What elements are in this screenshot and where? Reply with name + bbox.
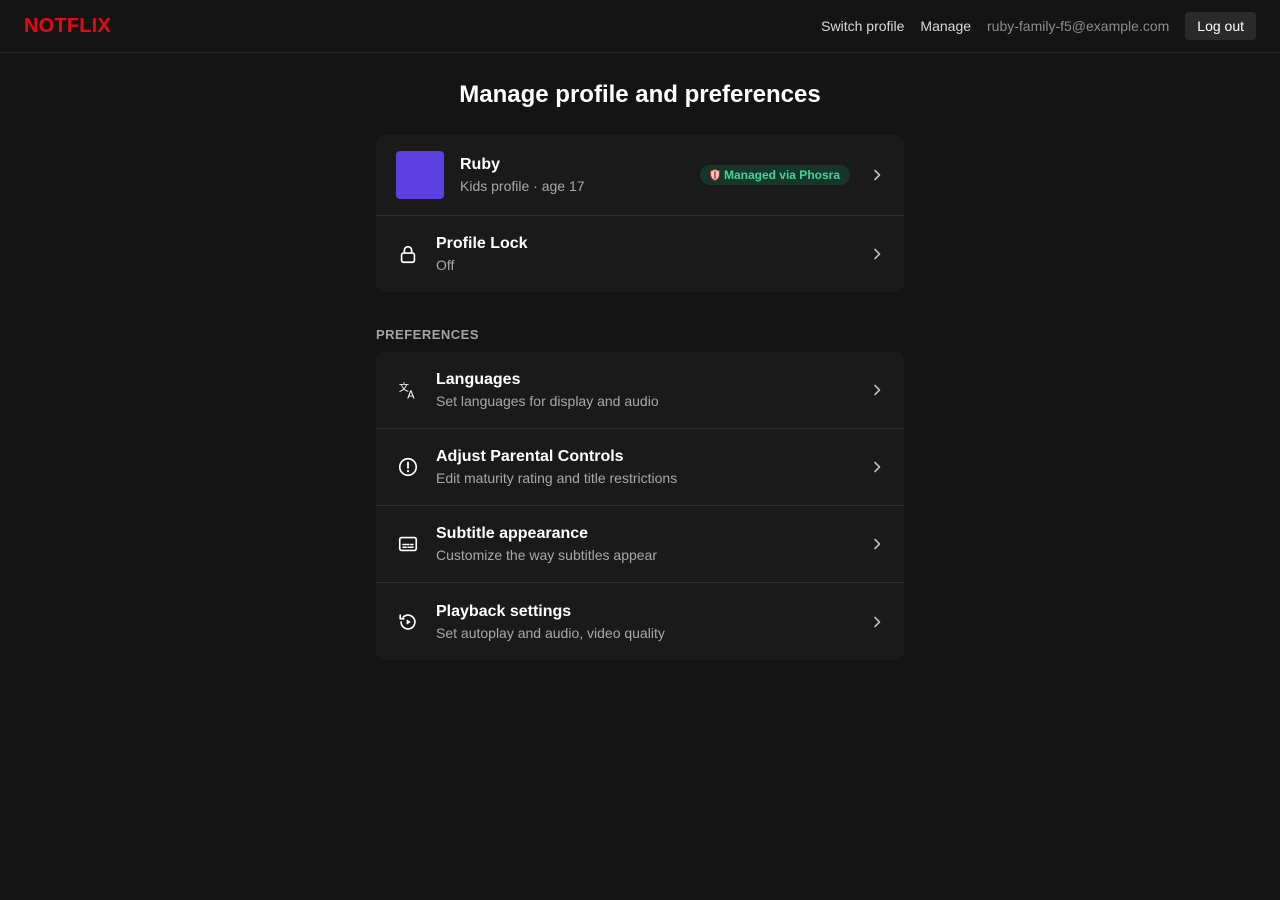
chevron-right-icon	[870, 168, 884, 182]
subtitles-icon	[396, 532, 420, 556]
chevron-right-icon	[870, 460, 884, 474]
manage-link[interactable]: Manage	[920, 18, 971, 34]
profile-card: Ruby Kids profile · age 17 Managed via P…	[376, 135, 904, 292]
parental-controls-info: Adjust Parental Controls Edit maturity r…	[436, 447, 870, 487]
playback-settings-title: Playback settings	[436, 602, 572, 620]
chevron-right-icon	[870, 537, 884, 551]
translate-icon: 文A	[396, 378, 420, 402]
brand-logo[interactable]: NOTFLIX	[24, 15, 111, 38]
chevron-right-icon	[870, 615, 884, 629]
shield-icon	[710, 169, 720, 181]
parental-controls-title: Adjust Parental Controls	[436, 448, 624, 465]
profile-name: Ruby	[460, 156, 500, 173]
account-email: ruby-family-f5@example.com	[987, 18, 1170, 34]
managed-badge-label: Managed via Phosra	[723, 168, 840, 182]
chevron-right-icon	[870, 383, 884, 397]
subtitle-appearance-subtitle: Customize the way subtitles appear	[436, 547, 657, 563]
lock-icon	[396, 242, 420, 266]
subtitle-appearance-title: Subtitle appearance	[436, 525, 589, 542]
languages-title: Languages	[436, 371, 521, 388]
logout-button[interactable]: Log out	[1185, 12, 1256, 40]
profile-lock-info: Profile Lock Off	[436, 234, 870, 274]
main-content: Manage profile and preferences Ruby Kids…	[376, 80, 904, 660]
alert-circle-icon	[396, 455, 420, 479]
languages-info: Languages Set languages for display and …	[436, 370, 870, 410]
parental-controls-row[interactable]: Adjust Parental Controls Edit maturity r…	[376, 429, 904, 506]
playback-settings-row[interactable]: Playback settings Set autoplay and audio…	[376, 583, 904, 660]
profile-lock-title: Profile Lock	[436, 235, 528, 252]
preferences-section-label: PREFERENCES	[376, 327, 480, 342]
languages-row[interactable]: 文A Languages Set languages for display a…	[376, 352, 904, 429]
subtitle-appearance-info: Subtitle appearance Customize the way su…	[436, 524, 870, 564]
profile-info: Ruby Kids profile · age 17	[460, 155, 700, 195]
languages-subtitle: Set languages for display and audio	[436, 393, 659, 409]
chevron-right-icon	[870, 247, 884, 261]
playback-icon	[396, 610, 420, 634]
profile-row[interactable]: Ruby Kids profile · age 17 Managed via P…	[376, 135, 904, 216]
subtitle-appearance-row[interactable]: Subtitle appearance Customize the way su…	[376, 506, 904, 583]
profile-lock-row[interactable]: Profile Lock Off	[376, 216, 904, 292]
profile-subtitle: Kids profile · age 17	[460, 178, 585, 194]
preferences-card: 文A Languages Set languages for display a…	[376, 352, 904, 660]
avatar	[396, 151, 444, 199]
top-bar: NOTFLIX Switch profile Manage ruby-famil…	[0, 0, 1280, 53]
playback-settings-info: Playback settings Set autoplay and audio…	[436, 602, 870, 642]
profile-lock-status: Off	[436, 257, 455, 273]
managed-badge: Managed via Phosra	[699, 165, 850, 185]
account-nav: Switch profile Manage ruby-family-f5@exa…	[821, 12, 1256, 40]
parental-controls-subtitle: Edit maturity rating and title restricti…	[436, 470, 678, 486]
page-title: Manage profile and preferences	[459, 81, 821, 108]
svg-text:A: A	[407, 388, 415, 401]
playback-settings-subtitle: Set autoplay and audio, video quality	[436, 624, 665, 641]
switch-profile-link[interactable]: Switch profile	[821, 18, 904, 34]
